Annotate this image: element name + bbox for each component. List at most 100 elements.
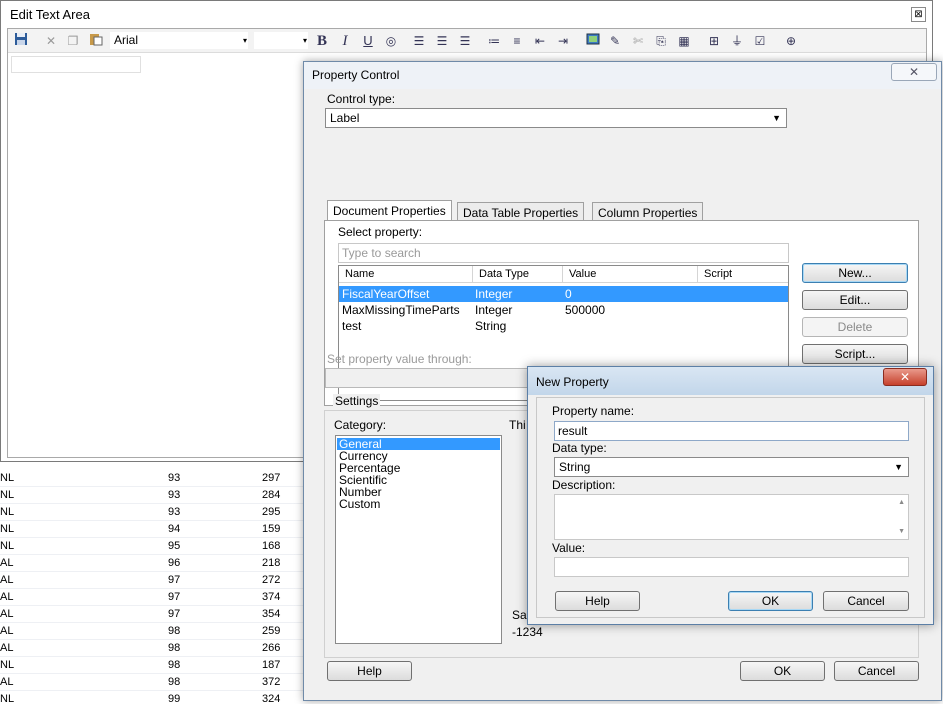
numbered-list-icon[interactable]: ≔ — [485, 32, 503, 50]
sample-value: -1234 — [512, 625, 543, 639]
color-palette-icon[interactable]: ◎ — [382, 32, 400, 50]
table-cell: 295 — [262, 506, 281, 518]
outdent-icon[interactable]: ⇤ — [531, 32, 549, 50]
description-label: Description: — [552, 478, 616, 492]
table-cell: NL — [0, 659, 15, 671]
insert-dynamic-item-icon[interactable]: ⊕ — [782, 32, 800, 50]
insert-visual-icon[interactable]: ▦ — [675, 32, 693, 50]
scroll-down-icon[interactable]: ▼ — [898, 528, 905, 535]
settings-label: Settings — [333, 394, 381, 408]
control-type-select[interactable]: Label ▼ — [325, 108, 787, 128]
data-type-label: Data type: — [552, 441, 607, 455]
table-cell: 97 — [168, 574, 181, 586]
close-icon[interactable]: ✕ — [883, 368, 927, 386]
italic-button[interactable]: I — [336, 32, 354, 50]
cut-icon[interactable]: ✕ — [42, 32, 60, 50]
property-value: 0 — [565, 287, 572, 301]
remove-link-icon[interactable]: ✄ — [629, 32, 647, 50]
column-header-data-type[interactable]: Data Type — [473, 266, 563, 283]
set-property-value-select[interactable] — [325, 368, 555, 388]
script-button[interactable]: Script... — [802, 344, 908, 364]
table-row: AL 97 354 — [0, 606, 305, 623]
save-icon[interactable] — [12, 32, 30, 50]
property-name-input[interactable]: result — [554, 421, 909, 441]
table-row: AL 98 266 — [0, 640, 305, 657]
list-item[interactable]: MaxMissingTimeParts Integer 500000 — [339, 302, 788, 318]
insert-filter-icon[interactable]: ⏚ — [728, 32, 746, 50]
edit-text-area-title: Edit Text Area — [10, 7, 90, 22]
insert-checklist-icon[interactable]: ☑ — [751, 32, 769, 50]
tab-document-properties[interactable]: Document Properties — [327, 200, 452, 222]
table-cell: 284 — [262, 489, 281, 501]
table-cell: 98 — [168, 625, 181, 637]
align-left-icon[interactable]: ☰ — [410, 32, 428, 50]
help-button[interactable]: Help — [555, 591, 640, 611]
table-cell: NL — [0, 540, 15, 552]
column-header-script[interactable]: Script — [698, 266, 788, 283]
insert-action-icon[interactable]: ⎘ — [652, 32, 670, 50]
font-family-select[interactable]: Arial ▾ — [109, 31, 249, 50]
table-cell: 99 — [168, 693, 181, 704]
table-cell: 98 — [168, 676, 181, 688]
bullet-list-icon[interactable]: ≡ — [508, 32, 526, 50]
sample-label: Sa — [512, 608, 527, 622]
table-row: AL 96 218 — [0, 555, 305, 572]
paste-icon[interactable] — [87, 32, 105, 50]
insert-image-icon[interactable] — [584, 32, 602, 50]
list-item[interactable]: FiscalYearOffset Integer 0 — [339, 286, 788, 302]
description-input[interactable]: ▲ ▼ — [554, 494, 909, 540]
table-cell: 93 — [168, 489, 181, 501]
tab-column-properties[interactable]: Column Properties — [592, 202, 704, 222]
table-row: NL 99 324 — [0, 691, 305, 704]
editor-toolbar: ✕ ❐ Arial ▾ ▾ B I U ◎ ☰ ☰ ☰ ≔ ≡ ⇤ ⇥ ✎ ✄ … — [8, 29, 926, 53]
table-row: AL 98 372 — [0, 674, 305, 691]
align-center-icon[interactable]: ☰ — [433, 32, 451, 50]
value-label: Value: — [552, 541, 586, 555]
scroll-up-icon[interactable]: ▲ — [898, 499, 905, 506]
list-item[interactable]: test String — [339, 318, 788, 334]
text-area-content[interactable] — [11, 56, 141, 73]
category-label: Category: — [334, 418, 387, 432]
bold-button[interactable]: B — [313, 32, 331, 50]
property-type: String — [475, 319, 507, 333]
cancel-button[interactable]: Cancel — [834, 661, 919, 681]
column-header-value[interactable]: Value — [563, 266, 698, 283]
insert-link-icon[interactable]: ✎ — [606, 32, 624, 50]
category-list[interactable]: General Currency Percentage Scientific Numbe… — [335, 435, 502, 644]
delete-property-button[interactable]: Delete — [802, 317, 908, 337]
tab-data-table-properties[interactable]: Data Table Properties — [457, 202, 585, 222]
table-cell: NL — [0, 506, 15, 518]
underline-button[interactable]: U — [359, 32, 377, 50]
table-cell: 218 — [262, 557, 281, 569]
chevron-down-icon: ▼ — [772, 113, 781, 123]
table-row: NL 93 284 — [0, 487, 305, 504]
font-size-select[interactable]: ▾ — [253, 31, 309, 50]
close-icon[interactable]: ⊠ — [911, 7, 926, 22]
new-property-button[interactable]: New... — [802, 263, 908, 283]
data-type-select[interactable]: String ▼ — [554, 457, 909, 477]
ok-button[interactable]: OK — [740, 661, 825, 681]
search-input[interactable]: Type to search — [338, 243, 789, 263]
table-cell: 324 — [262, 693, 281, 704]
ok-button[interactable]: OK — [728, 591, 813, 611]
table-cell: 354 — [262, 608, 281, 620]
insert-property-control-icon[interactable]: ⊞ — [705, 32, 723, 50]
select-property-label: Select property: — [338, 225, 423, 239]
chevron-down-icon: ▾ — [302, 36, 307, 45]
copy-icon[interactable]: ❐ — [64, 32, 82, 50]
help-button[interactable]: Help — [327, 661, 412, 681]
indent-icon[interactable]: ⇥ — [554, 32, 572, 50]
category-item[interactable]: Custom — [337, 498, 500, 510]
column-header-name[interactable]: Name — [339, 266, 473, 283]
close-icon[interactable]: ✕ — [891, 63, 937, 81]
property-name: test — [342, 319, 362, 333]
cancel-button[interactable]: Cancel — [823, 591, 909, 611]
align-right-icon[interactable]: ☰ — [456, 32, 474, 50]
value-input[interactable] — [554, 557, 909, 577]
format-description-label: Thi — [509, 418, 526, 432]
dialog-title: New Property — [536, 375, 609, 389]
chevron-down-icon: ▾ — [242, 36, 247, 45]
edit-property-button[interactable]: Edit... — [802, 290, 908, 310]
property-name: FiscalYearOffset — [342, 287, 430, 301]
table-cell: NL — [0, 523, 15, 535]
